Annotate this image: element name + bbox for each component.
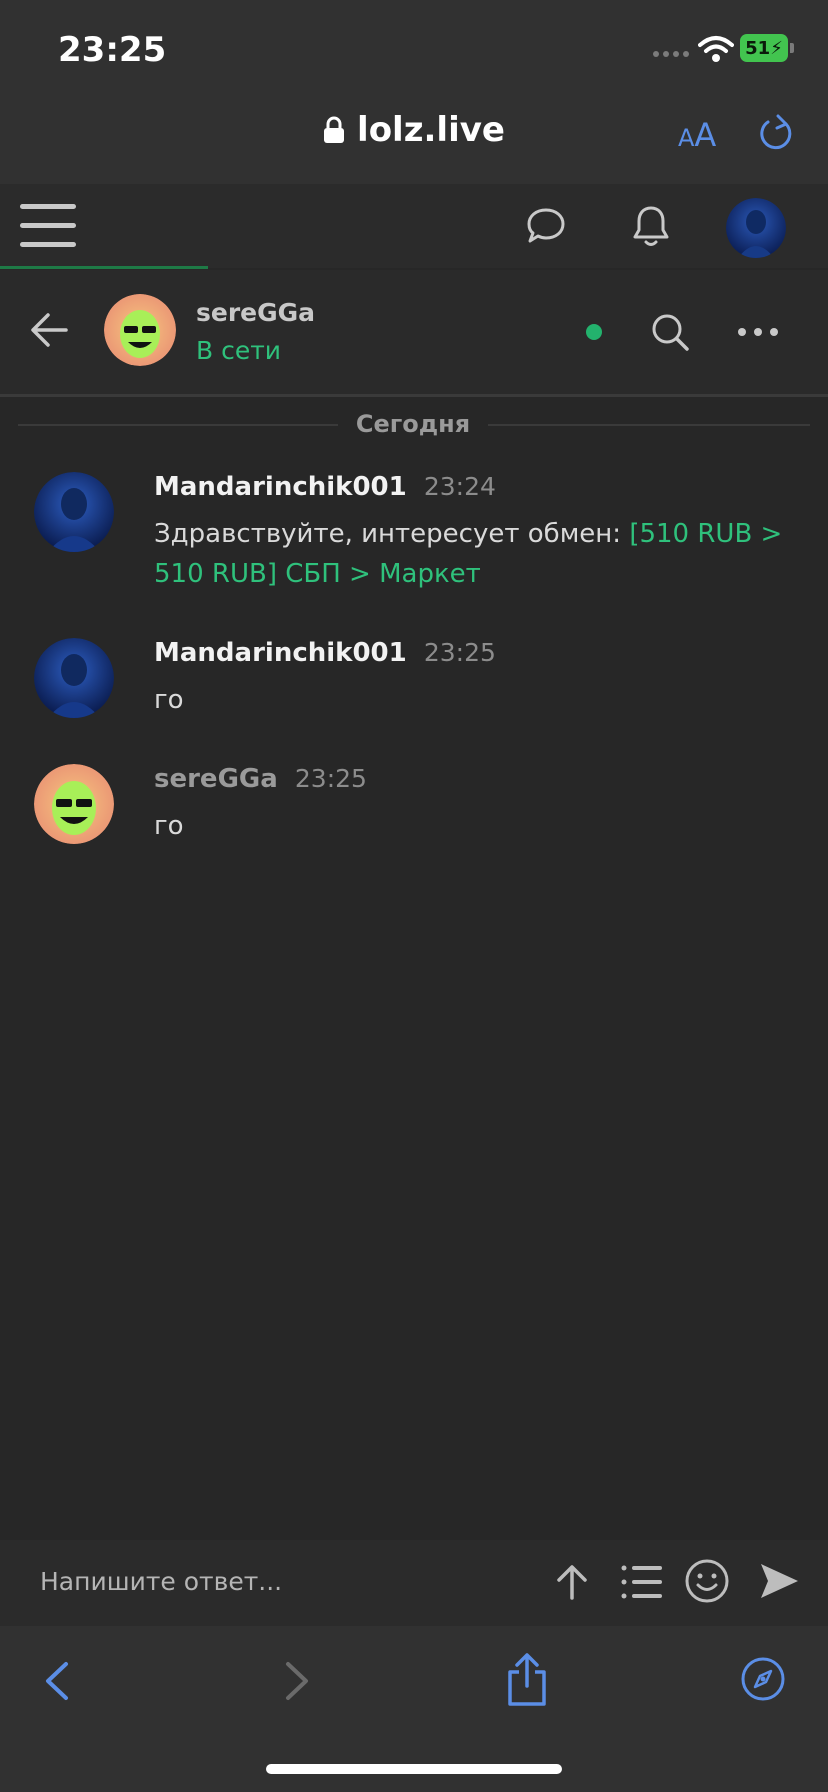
- domain-label: lolz.live: [357, 110, 505, 150]
- message-meta: Mandarinchik001 23:25: [154, 638, 496, 668]
- chat-icon[interactable]: [526, 206, 566, 246]
- user-avatar[interactable]: [726, 198, 786, 258]
- partner-avatar[interactable]: [104, 294, 176, 366]
- date-divider-right: [488, 424, 810, 426]
- list-icon[interactable]: [620, 1562, 664, 1602]
- nav-active-indicator: [0, 266, 208, 269]
- partner-name[interactable]: sereGGa: [196, 298, 315, 327]
- battery-level: 51: [745, 37, 771, 59]
- date-divider-left: [18, 424, 338, 426]
- message-time: 23:25: [294, 764, 367, 793]
- site-navbar: [0, 184, 828, 268]
- message-time: 23:25: [423, 638, 496, 667]
- message-author[interactable]: Mandarinchik001: [154, 638, 407, 668]
- text-size-large-label: A: [694, 116, 717, 154]
- message-text: Здравствуйте, интересует обмен:: [154, 519, 630, 549]
- compass-icon[interactable]: [740, 1656, 786, 1702]
- safari-back-icon[interactable]: [40, 1660, 74, 1702]
- send-icon[interactable]: [758, 1560, 800, 1602]
- reply-input[interactable]: [24, 1556, 556, 1606]
- bell-icon[interactable]: [630, 204, 672, 248]
- search-icon[interactable]: [650, 312, 690, 352]
- message-body: Здравствуйте, интересует обмен: [510 RUB…: [154, 514, 814, 594]
- message-meta: sereGGa 23:25: [154, 764, 367, 794]
- status-time: 23:25: [58, 30, 167, 70]
- battery-tip: [790, 43, 794, 53]
- battery-indicator: 51 ⚡: [740, 34, 788, 62]
- message-author[interactable]: Mandarinchik001: [154, 472, 407, 502]
- date-separator: Сегодня: [355, 410, 471, 438]
- message-meta: Mandarinchik001 23:24: [154, 472, 496, 502]
- online-indicator: [586, 324, 602, 340]
- menu-icon[interactable]: [18, 200, 78, 252]
- text-size-button[interactable]: AA: [678, 116, 716, 154]
- back-arrow-icon[interactable]: [28, 310, 70, 350]
- message-time: 23:24: [423, 472, 496, 501]
- safari-forward-icon[interactable]: [280, 1660, 314, 1702]
- share-icon[interactable]: [504, 1652, 550, 1708]
- lock-icon: [324, 116, 345, 143]
- message-author[interactable]: sereGGa: [154, 764, 278, 794]
- cellular-signal-icon: [653, 51, 689, 57]
- message-avatar[interactable]: [34, 472, 114, 552]
- message-text: го: [154, 685, 184, 715]
- browser-header: [0, 0, 828, 184]
- message-avatar[interactable]: [34, 764, 114, 844]
- more-icon[interactable]: [736, 318, 780, 346]
- home-indicator: [266, 1764, 562, 1774]
- partner-online-status: В сети: [196, 336, 282, 365]
- reload-icon[interactable]: [756, 114, 796, 154]
- smile-icon[interactable]: [684, 1558, 730, 1604]
- wifi-icon: [698, 36, 734, 62]
- upload-icon[interactable]: [552, 1562, 592, 1602]
- message-text: го: [154, 811, 184, 841]
- text-size-small-label: A: [678, 124, 695, 152]
- charging-bolt-icon: ⚡: [770, 37, 783, 59]
- message-avatar[interactable]: [34, 638, 114, 718]
